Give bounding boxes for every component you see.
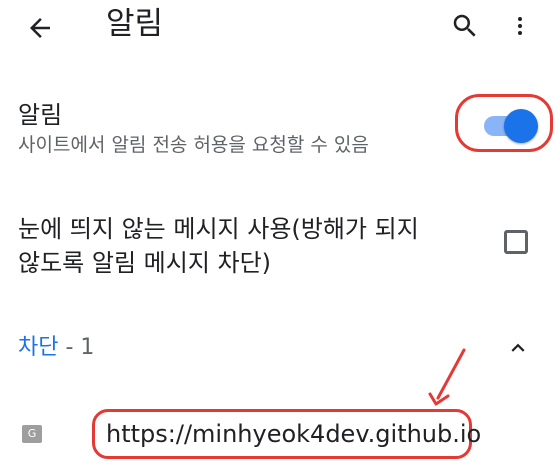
more-vert-icon	[518, 17, 522, 35]
arrow-back-icon	[30, 18, 50, 38]
notifications-subtitle: 사이트에서 알림 전송 허용을 요청할 수 있음	[18, 134, 369, 156]
blocked-site-row[interactable]: G https://minhyeok4dev.github.io	[0, 400, 560, 460]
quiet-messaging-label: 눈에 띄지 않는 메시지 사용(방해가 되지 않도록 알림 메시지 차단)	[18, 215, 419, 277]
quiet-messaging-checkbox[interactable]	[504, 230, 528, 254]
chevron-up-icon	[511, 343, 525, 352]
quiet-messaging-row[interactable]: 눈에 띄지 않는 메시지 사용(방해가 되지 않도록 알림 메시지 차단)	[0, 212, 560, 282]
page-title: 알림	[106, 6, 164, 42]
notifications-title: 알림	[18, 101, 63, 129]
more-options-button[interactable]	[508, 6, 532, 46]
blocked-section-header[interactable]: 차단 - 1	[18, 333, 94, 363]
blocked-label: 차단	[18, 335, 59, 360]
blocked-count: - 1	[65, 335, 95, 360]
site-url: https://minhyeok4dev.github.io	[106, 420, 482, 448]
collapse-button[interactable]	[504, 334, 532, 362]
search-button[interactable]	[445, 6, 485, 46]
back-button[interactable]	[20, 8, 60, 48]
app-bar: 알림	[0, 0, 560, 56]
search-icon	[453, 14, 476, 37]
site-favicon-icon: G	[22, 425, 42, 443]
toggle-thumb[interactable]	[504, 109, 538, 143]
